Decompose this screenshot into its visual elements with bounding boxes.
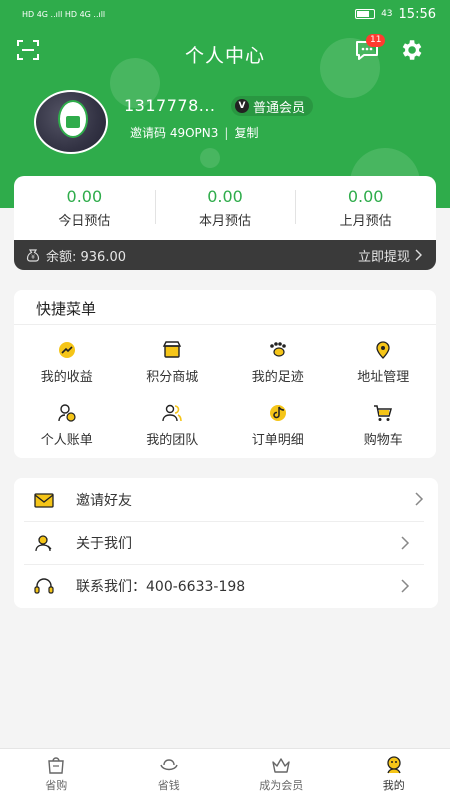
divider <box>14 324 436 325</box>
list-item-label: 关于我们 <box>76 536 132 552</box>
earnings-card: 0.00 今日预估 0.00 本月预估 0.00 上月预估 <box>14 176 436 240</box>
envelope-icon <box>34 492 54 508</box>
earnings-value: 0.00 <box>207 187 243 206</box>
quick-item-orders[interactable]: 订单明细 <box>225 403 331 448</box>
quick-item-bill[interactable]: 个人账单 <box>14 403 120 448</box>
copy-button[interactable]: 复制 <box>234 124 258 141</box>
tab-save-money[interactable]: 省钱 <box>113 749 226 800</box>
quick-menu-grid: 我的收益 积分商城 我的足迹 地址管理 个人账单 我的团队 订单明细 购物车 <box>14 340 436 448</box>
invite-code-row: 邀请码 49OPN3 | 复制 <box>130 124 258 141</box>
quick-item-footprint[interactable]: 我的足迹 <box>225 340 331 385</box>
quick-item-label: 我的足迹 <box>251 370 304 385</box>
order-icon <box>269 405 286 421</box>
gear-icon[interactable] <box>398 37 424 63</box>
headset-icon <box>34 578 54 594</box>
points-mall-icon <box>163 341 182 358</box>
quick-item-label: 个人账单 <box>40 433 93 448</box>
tab-label: 我的 <box>382 779 405 792</box>
earnings-value: 0.00 <box>347 187 384 206</box>
earnings-label: 上月预估 <box>339 214 392 229</box>
tab-label: 省钱 <box>157 779 180 792</box>
list-item-invite-friends[interactable]: 邀请好友 <box>14 478 438 521</box>
tab-mine[interactable]: 我的 <box>338 749 450 800</box>
divider: | <box>224 125 229 140</box>
team-icon <box>162 404 183 422</box>
quick-menu-card: 快捷菜单 我的收益 积分商城 我的足迹 地址管理 个人账单 我的团队 订单明细 … <box>14 290 436 458</box>
user-phone: 1317778... <box>124 96 216 115</box>
list-item-label: 邀请好友 <box>76 492 132 509</box>
tab-shop[interactable]: 省购 <box>0 749 113 800</box>
earnings-this-month[interactable]: 0.00 本月预估 <box>154 176 296 240</box>
bottom-tab-bar: 省购 省钱 成为会员 我的 <box>0 748 450 800</box>
chevron-right-icon <box>401 579 410 593</box>
quick-item-label: 积分商城 <box>146 370 199 385</box>
quick-item-label: 订单明细 <box>251 433 304 448</box>
member-level: 普通会员 <box>253 100 306 116</box>
svg-text:¥: ¥ <box>31 254 35 261</box>
balance-bar: ¥ 余额: 936.00 立即提现 <box>14 240 436 270</box>
quick-item-team[interactable]: 我的团队 <box>120 403 226 448</box>
member-badge[interactable]: V 普通会员 <box>231 96 314 116</box>
earnings-value: 0.00 <box>66 187 103 206</box>
bill-icon <box>58 404 76 422</box>
chevron-right-icon <box>415 249 422 261</box>
footprint-icon <box>269 342 286 357</box>
chevron-right-icon <box>415 492 424 506</box>
status-bar: HD 4G ..ıll HD 4G ..ıll 43 15:56 <box>0 0 450 28</box>
quick-item-label: 我的团队 <box>146 433 199 448</box>
crown-icon <box>272 758 290 773</box>
location-icon <box>376 341 390 359</box>
avatar[interactable] <box>34 90 108 154</box>
withdraw-button[interactable]: 立即提现 <box>358 246 422 265</box>
quick-item-points-mall[interactable]: 积分商城 <box>120 340 226 385</box>
battery-level: 43 <box>381 9 393 19</box>
moneybag-icon: ¥ <box>26 249 40 262</box>
cart-icon <box>374 405 393 421</box>
ingot-icon <box>160 759 178 771</box>
shop-bag-icon <box>48 757 65 774</box>
battery-icon <box>355 9 376 19</box>
quick-item-earnings[interactable]: 我的收益 <box>14 340 120 385</box>
list-item-about-us[interactable]: 关于我们 <box>24 521 424 564</box>
signal-indicators: HD 4G ..ıll HD 4G ..ıll <box>22 9 106 19</box>
earnings-last-month[interactable]: 0.00 上月预估 <box>295 176 436 240</box>
chevron-right-icon <box>401 536 410 550</box>
invite-code: 邀请码 49OPN3 <box>130 126 219 140</box>
withdraw-label: 立即提现 <box>357 249 410 265</box>
quick-item-label: 购物车 <box>363 433 403 448</box>
vip-icon: V <box>235 99 249 113</box>
profile-icon <box>387 756 401 774</box>
status-right: 43 15:56 <box>355 7 436 22</box>
tab-label: 成为会员 <box>259 779 304 792</box>
quick-menu-title: 快捷菜单 <box>36 300 97 318</box>
quick-item-cart[interactable]: 购物车 <box>331 403 437 448</box>
earnings-label: 本月预估 <box>199 214 252 229</box>
list-item-label: 联系我们：400-6633-198 <box>76 579 246 595</box>
tab-label: 省购 <box>45 779 68 792</box>
tab-become-member[interactable]: 成为会员 <box>225 749 338 800</box>
message-badge: 11 <box>366 34 386 47</box>
balance-amount: 余额: 936.00 <box>46 249 126 265</box>
earnings-icon <box>58 342 75 358</box>
earnings-today[interactable]: 0.00 今日预估 <box>14 176 155 240</box>
settings-list: 邀请好友 关于我们 联系我们：400-6633-198 <box>14 478 438 608</box>
page-title: 个人中心 <box>184 44 265 67</box>
clock: 15:56 <box>398 6 436 22</box>
about-icon <box>35 535 52 552</box>
earnings-label: 今日预估 <box>58 214 111 229</box>
quick-item-address[interactable]: 地址管理 <box>331 340 437 385</box>
list-item-contact-us[interactable]: 联系我们：400-6633-198 <box>24 564 424 607</box>
quick-item-label: 我的收益 <box>40 370 93 385</box>
quick-item-label: 地址管理 <box>357 370 410 385</box>
